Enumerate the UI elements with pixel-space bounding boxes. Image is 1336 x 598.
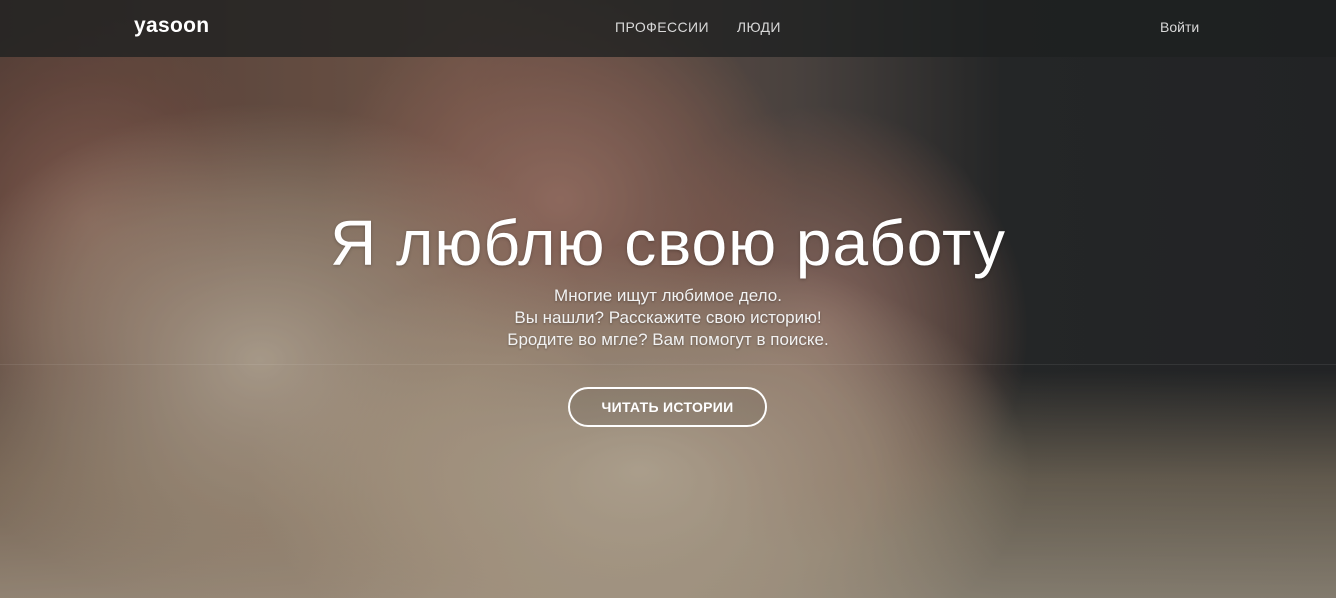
- subtitle-line: Бродите во мгле? Вам помогут в поиске.: [507, 330, 829, 349]
- read-stories-button[interactable]: ЧИТАТЬ ИСТОРИИ: [568, 387, 767, 427]
- hero-subtitle: Многие ищут любимое дело. Вы нашли? Расс…: [0, 285, 1336, 351]
- subtitle-line: Многие ищут любимое дело.: [554, 286, 782, 305]
- subtitle-line: Вы нашли? Расскажите свою историю!: [514, 308, 822, 327]
- hero-headline: Я люблю свою работу: [330, 207, 1006, 279]
- hero-section: yasoon ПРОФЕССИИ ЛЮДИ Войти Я люблю свою…: [0, 0, 1336, 598]
- login-link[interactable]: Войти: [1160, 19, 1199, 35]
- top-navbar: yasoon ПРОФЕССИИ ЛЮДИ Войти: [0, 0, 1336, 57]
- nav-link-professions[interactable]: ПРОФЕССИИ: [615, 19, 709, 35]
- logo[interactable]: yasoon: [134, 14, 209, 38]
- nav-link-people[interactable]: ЛЮДИ: [737, 19, 781, 35]
- nav-links: ПРОФЕССИИ ЛЮДИ: [615, 19, 781, 35]
- background-divider: [0, 364, 1336, 365]
